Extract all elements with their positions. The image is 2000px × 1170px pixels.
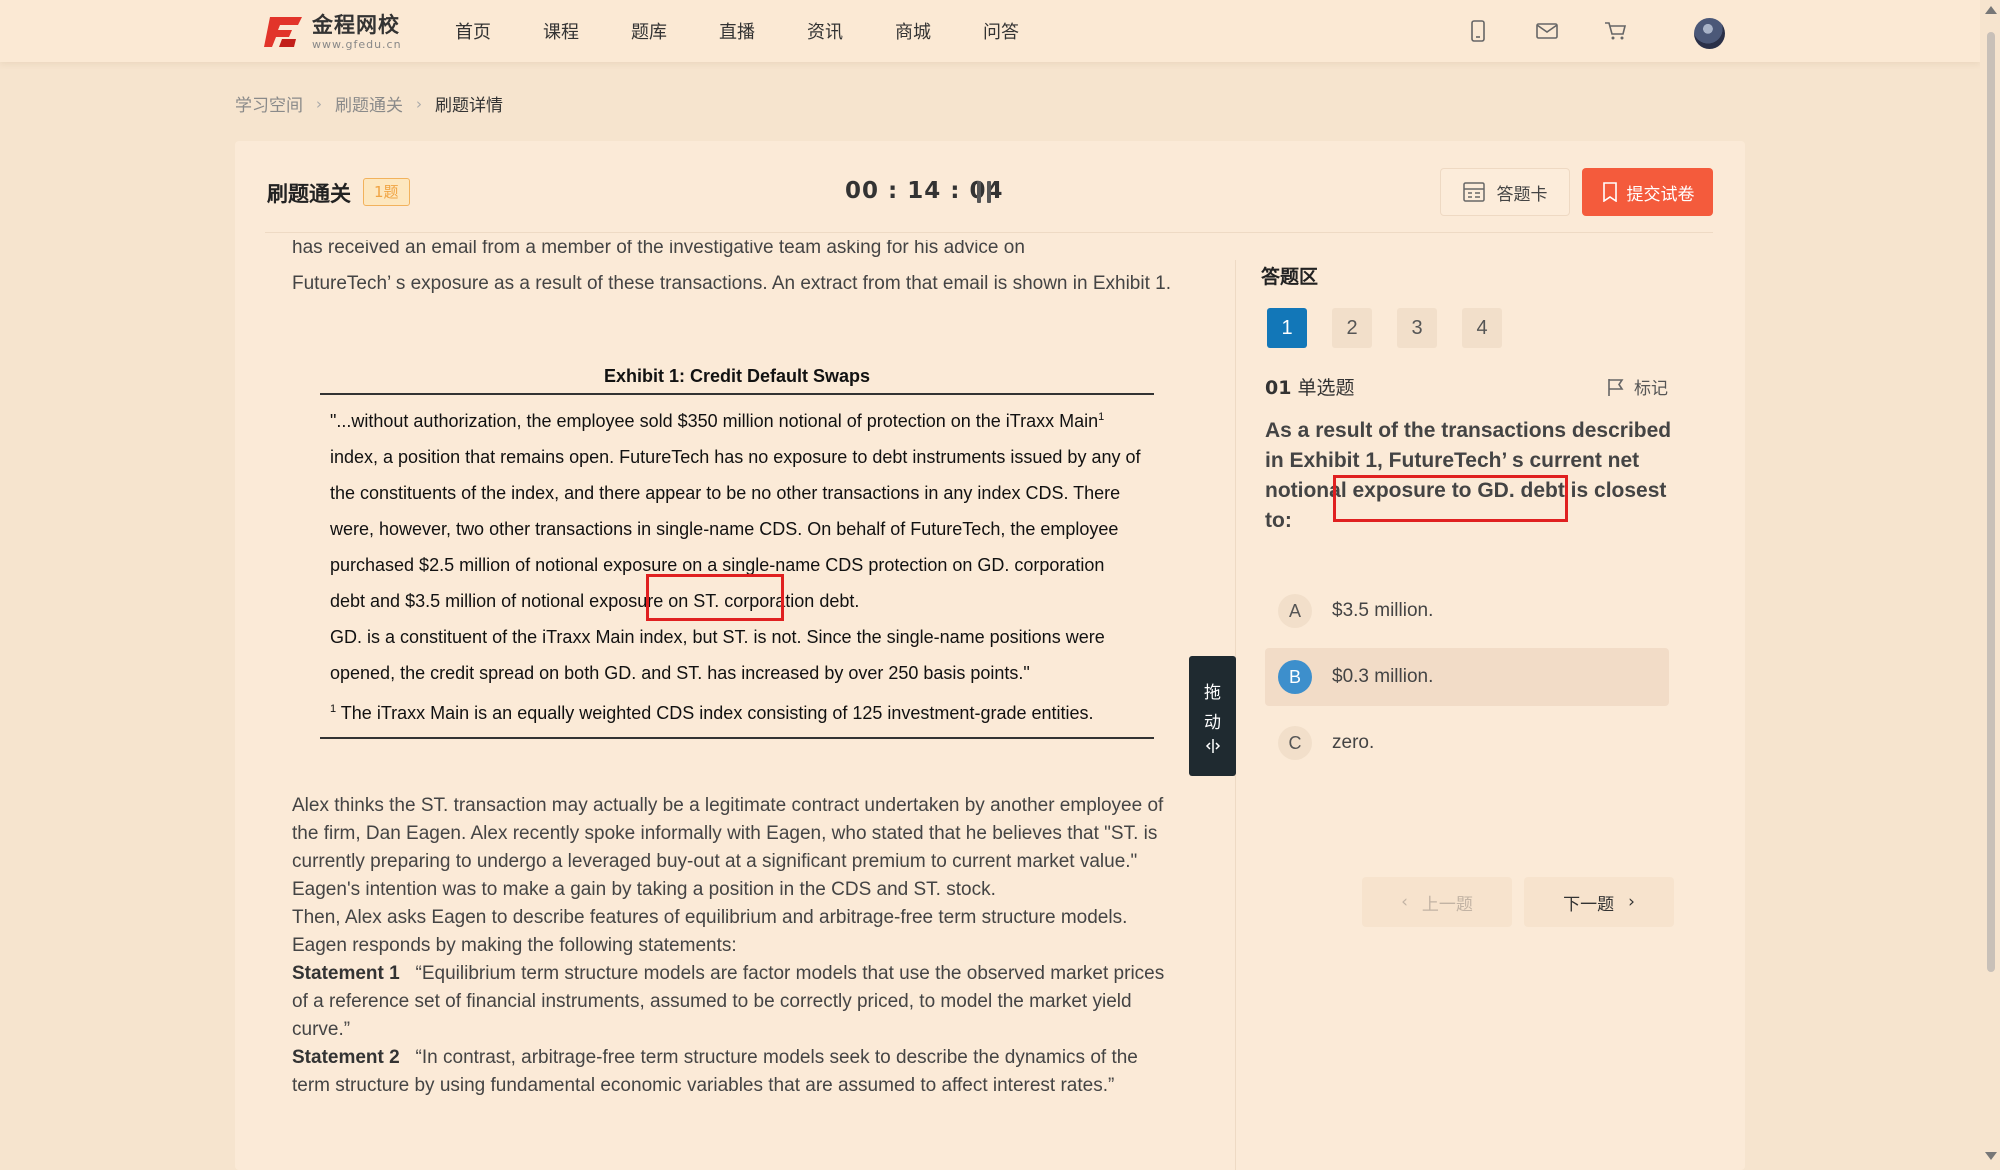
exhibit-1: Exhibit 1: Credit Default Swaps "...with… [320, 366, 1154, 739]
answer-card-button[interactable]: 答题卡 [1440, 168, 1570, 216]
nav-item-courses[interactable]: 课程 [543, 18, 579, 44]
drag-handle[interactable]: 拖 动 [1189, 656, 1236, 776]
statement-1: Statement 1 “Equilibrium term structure … [292, 963, 1165, 1040]
logo[interactable]: 金程网校 www.gfedu.cn [262, 11, 402, 53]
pause-icon[interactable] [975, 181, 993, 203]
resize-horizontal-icon [1205, 739, 1220, 753]
user-avatar[interactable] [1694, 18, 1725, 49]
scroll-thumb[interactable] [1987, 32, 1995, 972]
scroll-down-arrow-icon[interactable] [1985, 1152, 1997, 1160]
exhibit-title: Exhibit 1: Credit Default Swaps [603, 366, 871, 386]
answer-area-title: 答题区 [1261, 266, 1319, 288]
drag-label-2: 动 [1204, 713, 1221, 733]
mark-button[interactable]: 标记 [1606, 374, 1668, 399]
option-letter: B [1278, 660, 1312, 694]
option-a[interactable]: A $3.5 million. [1265, 582, 1669, 640]
breadcrumb: 学习空间 › 刷题通关 › 刷题详情 [235, 91, 503, 117]
passage-alex: Alex thinks the ST. transaction may actu… [292, 795, 1164, 900]
phone-icon[interactable] [1466, 19, 1490, 43]
cart-icon[interactable] [1604, 19, 1628, 43]
passage-continuation: Alex thinks the ST. transaction may actu… [292, 792, 1180, 1100]
mark-label: 标记 [1634, 379, 1668, 399]
exhibit-footnote: 1 The iTraxx Main is an equally weighted… [330, 703, 1094, 723]
exhibit-paragraph-2: GD. is a constituent of the iTraxx Main … [330, 627, 1105, 683]
submit-exam-button[interactable]: 提交试卷 [1582, 168, 1713, 216]
main-nav: 首页 课程 题库 直播 资讯 商城 问答 [455, 0, 1071, 62]
prev-question-button[interactable]: ‹ 上一题 [1362, 877, 1512, 927]
nav-item-mall[interactable]: 商城 [895, 18, 931, 44]
page-scrollbar[interactable] [1980, 0, 2000, 1170]
next-question-button[interactable]: 下一题 › [1524, 877, 1674, 927]
nav-item-question-bank[interactable]: 题库 [631, 18, 667, 44]
chevron-right-icon: › [316, 94, 322, 113]
option-letter: A [1278, 594, 1312, 628]
exhibit-paragraph-1: "...without authorization, the employee … [330, 411, 1141, 611]
question-number-button[interactable]: 1 [1267, 308, 1307, 348]
option-c[interactable]: C zero. [1265, 714, 1669, 772]
breadcrumb-current: 刷题详情 [435, 96, 503, 116]
chevron-right-icon: › [416, 94, 422, 113]
question-number-list: 1 2 3 4 [1267, 308, 1527, 348]
page-title: 刷题通关 [267, 182, 351, 206]
passage-intro: FutureTech’ s exposure as a result of th… [292, 273, 1171, 294]
nav-item-home[interactable]: 首页 [455, 18, 491, 44]
highlight-box [1333, 475, 1568, 522]
scroll-up-arrow-icon[interactable] [1985, 6, 1997, 14]
statement-2: Statement 2 “In contrast, arbitrage-free… [292, 1047, 1138, 1096]
question-count-badge: 1题 [363, 178, 410, 206]
answer-card-label: 答题卡 [1496, 184, 1548, 205]
question-index: 01 [1265, 377, 1292, 399]
passage-cut-line: has received an email from a member of t… [292, 240, 1025, 258]
top-navbar: 金程网校 www.gfedu.cn 首页 课程 题库 直播 资讯 商城 问答 [0, 0, 1980, 62]
breadcrumb-learning-space[interactable]: 学习空间 [235, 91, 303, 116]
option-text: $3.5 million. [1332, 600, 1434, 621]
question-type-label: 单选题 [1297, 377, 1355, 399]
question-type: 01 单选题 [1265, 373, 1354, 400]
flag-icon [1608, 378, 1624, 396]
question-number-button[interactable]: 3 [1397, 308, 1437, 348]
option-text: zero. [1332, 732, 1375, 753]
nav-item-qa[interactable]: 问答 [983, 18, 1019, 44]
nav-item-news[interactable]: 资讯 [807, 18, 843, 44]
breadcrumb-practice[interactable]: 刷题通关 [335, 91, 403, 116]
submit-label: 提交试卷 [1626, 184, 1695, 205]
option-b[interactable]: B $0.3 million. [1265, 648, 1669, 706]
passage-then: Then, Alex asks Eagen to describe featur… [292, 907, 1128, 956]
drag-label-1: 拖 [1204, 683, 1221, 703]
mail-icon[interactable] [1535, 19, 1559, 43]
logo-mark-icon [264, 17, 302, 47]
question-passage[interactable]: has received an email from a member of t… [292, 240, 1180, 1170]
chevron-left-icon: ‹ [1401, 892, 1408, 912]
next-label: 下一题 [1563, 894, 1615, 915]
question-number-button[interactable]: 4 [1462, 308, 1502, 348]
chevron-right-icon: › [1628, 892, 1635, 912]
option-text: $0.3 million. [1332, 666, 1434, 687]
option-letter: C [1278, 726, 1312, 760]
answer-card-icon [1462, 182, 1485, 202]
nav-item-live[interactable]: 直播 [719, 18, 755, 44]
exhibit-bottom-rule [320, 737, 1154, 739]
question-number-button[interactable]: 2 [1332, 308, 1372, 348]
logo-name: 金程网校 [312, 12, 400, 37]
prev-label: 上一题 [1421, 894, 1473, 915]
header-divider [265, 232, 1713, 233]
logo-url: www.gfedu.cn [312, 37, 402, 51]
submit-icon [1602, 182, 1617, 202]
